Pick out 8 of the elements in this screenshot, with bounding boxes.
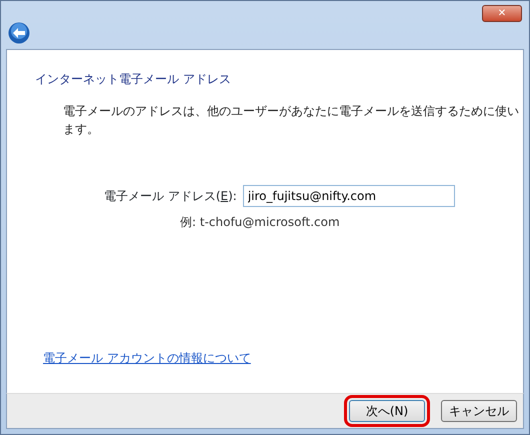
- back-icon[interactable]: [8, 22, 30, 44]
- page-heading: インターネット電子メール アドレス: [35, 71, 232, 88]
- example-text: 例: t-chofu@microsoft.com: [180, 214, 341, 231]
- help-link[interactable]: 電子メール アカウントの情報について: [43, 349, 523, 367]
- cancel-button[interactable]: キャンセル: [441, 400, 517, 422]
- field-label: 電子メール アドレス(E):: [104, 188, 237, 205]
- email-field[interactable]: jiro_fujitsu@nifty.com: [242, 185, 455, 207]
- description-text: 電子メールのアドレスは、他のユーザーがあなたに電子メールを送信するために使います。: [63, 103, 520, 138]
